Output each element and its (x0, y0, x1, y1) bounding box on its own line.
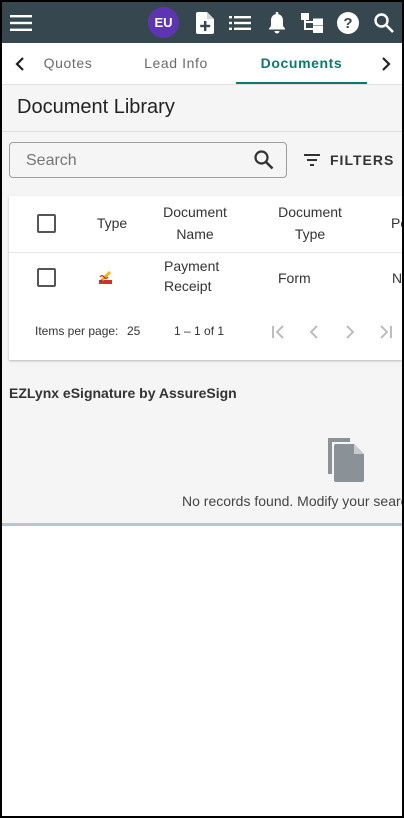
row-checkbox[interactable] (37, 268, 56, 287)
extra-cell: N/ (392, 270, 402, 286)
paginator: Items per page: 25 1 – 1 of 1 (9, 316, 402, 346)
previous-page-button[interactable] (304, 322, 324, 342)
table-header: Type Document Name Document Type Po (9, 196, 402, 253)
tab-documents[interactable]: Documents (236, 43, 367, 84)
pdf-signature-icon (98, 269, 114, 290)
first-page-icon (272, 325, 284, 339)
tab-lead-info[interactable]: Lead Info (132, 43, 220, 82)
top-app-bar: EU ? (2, 2, 402, 43)
documents-icon (324, 436, 368, 487)
tab-scroll-right-button[interactable] (370, 43, 402, 84)
next-page-button[interactable] (340, 322, 360, 342)
column-header-document-type-line1: Document (278, 204, 342, 220)
document-type-cell: Form (278, 270, 311, 286)
last-page-icon (380, 325, 392, 339)
add-document-icon[interactable] (194, 2, 216, 43)
user-avatar[interactable]: EU (148, 7, 179, 38)
hierarchy-icon[interactable] (300, 2, 324, 43)
list-icon[interactable] (228, 2, 252, 43)
column-header-document-name-line1: Document (163, 204, 227, 220)
column-header-document-type-line2: Type (294, 226, 326, 242)
bell-icon[interactable] (266, 2, 288, 43)
search-icon[interactable] (254, 150, 274, 175)
page-title: Document Library (17, 96, 175, 118)
page-range-label: 1 – 1 of 1 (174, 324, 225, 338)
chevron-right-icon (346, 325, 355, 339)
select-all-checkbox[interactable] (37, 214, 56, 233)
column-header-document-name-line2: Name (176, 226, 214, 242)
tab-quotes[interactable]: Quotes (34, 43, 102, 82)
items-per-page-label: Items per page: (35, 324, 119, 338)
filter-icon (304, 154, 320, 166)
filters-button[interactable]: FILTERS (304, 148, 394, 172)
table-row[interactable]: Payment Receipt Form N/ (9, 252, 402, 304)
lower-panel (2, 526, 402, 816)
chevron-left-icon (309, 325, 318, 339)
column-header-type[interactable]: Type (91, 212, 133, 234)
column-header-document-type[interactable]: Document Type (267, 201, 353, 245)
document-name-cell: Payment Receipt (164, 256, 234, 296)
search-input[interactable] (24, 151, 248, 171)
library-header: Document Library (2, 85, 402, 132)
library-body: FILTERS Type Document Name Document Type… (2, 132, 402, 524)
document-name-line1: Payment (164, 258, 220, 274)
chevron-right-icon (382, 56, 391, 71)
first-page-button[interactable] (268, 322, 288, 342)
last-page-button[interactable] (376, 322, 396, 342)
app-frame: EU ? Quotes Lead Info Documents Document… (2, 2, 402, 816)
document-name-line2: Receipt (164, 278, 212, 294)
tab-scroll-left-button[interactable] (4, 43, 36, 84)
tab-bar: Quotes Lead Info Documents (2, 43, 402, 85)
column-header-document-name[interactable]: Document Name (153, 201, 237, 245)
chevron-left-icon (15, 56, 24, 71)
help-icon[interactable]: ? (336, 2, 360, 43)
document-table: Type Document Name Document Type Po Paym… (9, 196, 402, 360)
svg-text:?: ? (343, 15, 352, 32)
filters-label: FILTERS (330, 152, 395, 168)
column-header-extra[interactable]: Po (391, 212, 402, 234)
menu-icon[interactable] (8, 2, 34, 43)
items-per-page-select[interactable]: 25 (127, 324, 140, 338)
esignature-section-title: EZLynx eSignature by AssureSign (9, 385, 237, 401)
search-icon[interactable] (372, 2, 396, 43)
search-field[interactable] (9, 142, 287, 178)
empty-state-message: No records found. Modify your search (182, 493, 402, 509)
